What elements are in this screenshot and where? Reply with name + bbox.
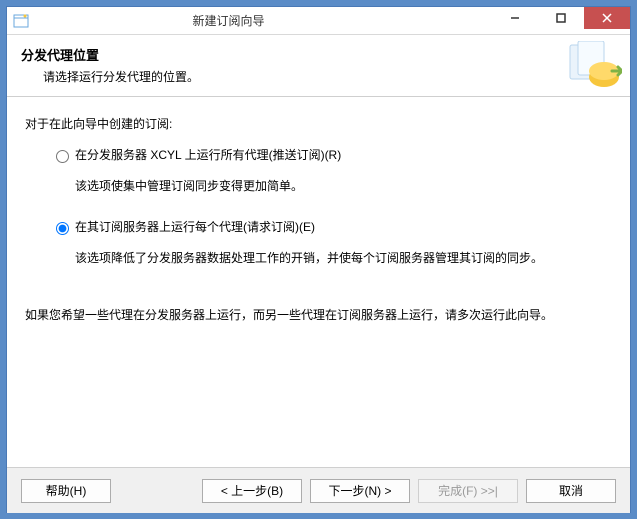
wizard-window: 新建订阅向导 分发代理位置 请选择运行分发代理的位置。 (6, 6, 631, 513)
wizard-body: 对于在此向导中创建的订阅: 在分发服务器 XCYL 上运行所有代理(推送订阅)(… (7, 97, 630, 467)
maximize-button[interactable] (538, 7, 584, 29)
push-subscription-radio[interactable] (56, 150, 69, 163)
page-title: 分发代理位置 (21, 45, 616, 64)
pull-subscription-label[interactable]: 在其订阅服务器上运行每个代理(请求订阅)(E) (75, 218, 315, 235)
back-button[interactable]: < 上一步(B) (202, 479, 302, 503)
wizard-header: 分发代理位置 请选择运行分发代理的位置。 (7, 35, 630, 97)
push-subscription-description: 该选项使集中管理订阅同步变得更加简单。 (75, 177, 612, 194)
header-graphic-icon (568, 41, 622, 91)
help-button[interactable]: 帮助(H) (21, 479, 111, 503)
next-button[interactable]: 下一步(N) > (310, 479, 410, 503)
footer-note: 如果您希望一些代理在分发服务器上运行，而另一些代理在订阅服务器上运行，请多次运行… (25, 306, 612, 325)
finish-button[interactable]: 完成(F) >>| (418, 479, 518, 503)
option-group: 在分发服务器 XCYL 上运行所有代理(推送订阅)(R) 该选项使集中管理订阅同… (51, 146, 612, 266)
close-button[interactable] (584, 7, 630, 29)
pull-subscription-radio[interactable] (56, 222, 69, 235)
intro-text: 对于在此向导中创建的订阅: (25, 115, 612, 132)
page-subtitle: 请选择运行分发代理的位置。 (43, 68, 616, 85)
push-subscription-label[interactable]: 在分发服务器 XCYL 上运行所有代理(推送订阅)(R) (75, 146, 341, 163)
minimize-button[interactable] (492, 7, 538, 29)
wizard-footer: 帮助(H) < 上一步(B) 下一步(N) > 完成(F) >>| 取消 (7, 467, 630, 513)
titlebar: 新建订阅向导 (7, 7, 630, 35)
pull-subscription-description: 该选项降低了分发服务器数据处理工作的开销，并使每个订阅服务器管理其订阅的同步。 (75, 249, 612, 266)
window-title: 新建订阅向导 (0, 12, 492, 29)
cancel-button[interactable]: 取消 (526, 479, 616, 503)
